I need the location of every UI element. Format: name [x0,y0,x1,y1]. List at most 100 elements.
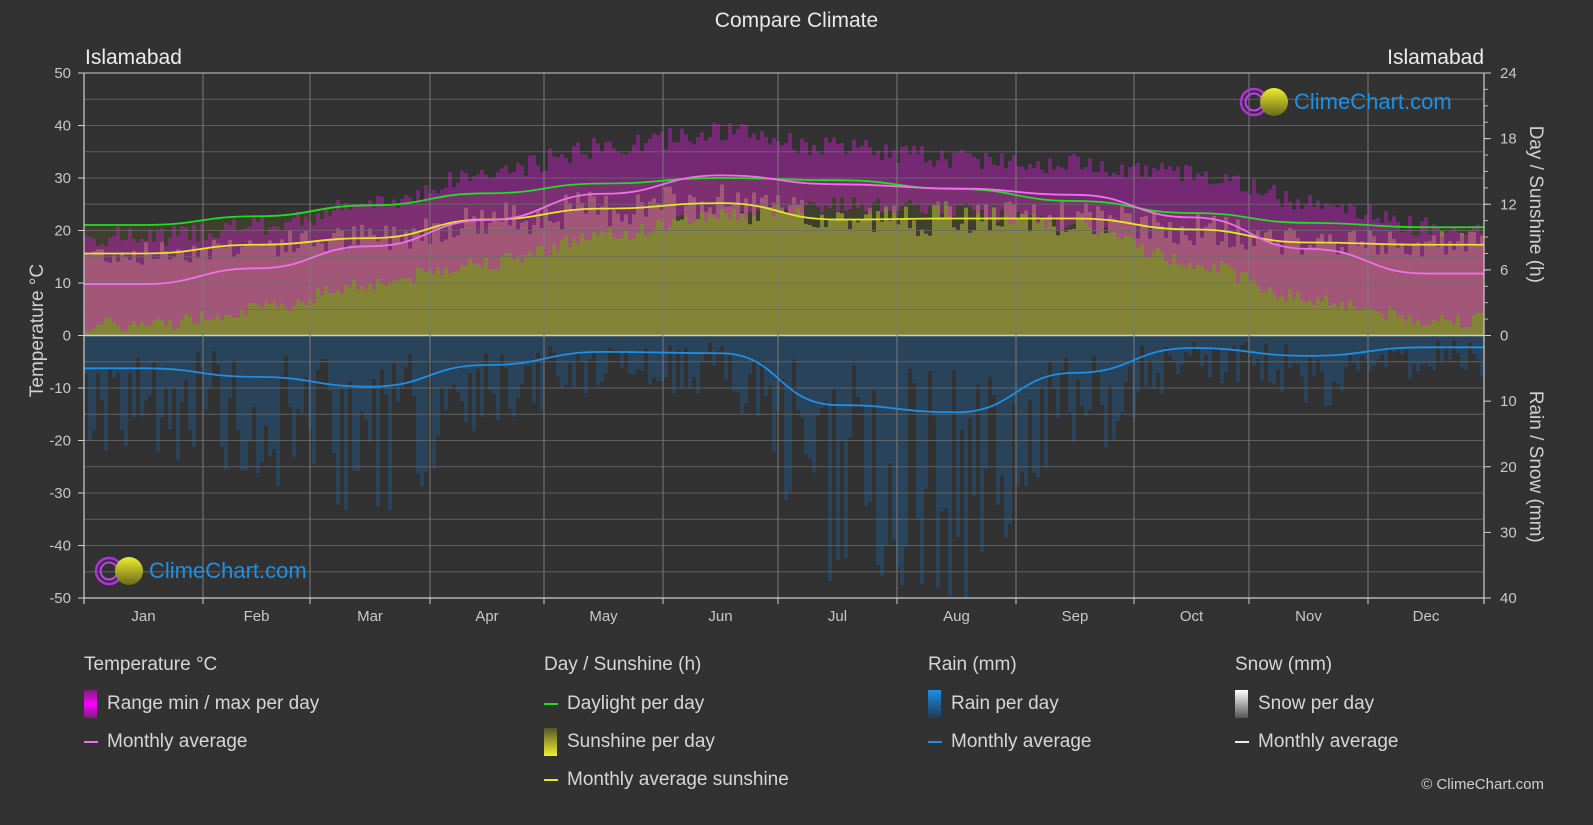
rain-day-bar [828,335,832,582]
rain-day-bar [984,335,988,470]
right-axis-hours-label: 0 [1500,328,1508,345]
legend-title: Rain (mm) [928,654,1017,675]
temp-range-bar [984,152,988,219]
rain-day-bar [520,335,524,385]
rain-day-bar [224,335,228,470]
rain-day-bar [236,335,240,431]
rain-day-bar [1184,335,1188,352]
rain-day-bar [908,335,912,369]
rain-day-bar [764,335,768,397]
temp-range-bar [584,154,588,241]
legend-item: Rain per day [928,690,1091,718]
temp-range-bar [1092,172,1096,233]
rain-day-bar [1216,335,1220,349]
temp-range-bar [1396,221,1400,316]
rain-day-bar [740,335,744,414]
rain-day-bar [1432,335,1436,371]
rain-day-bar [852,335,856,366]
temp-range-bar [1272,184,1276,294]
sunshine-day-bar [728,206,732,336]
rain-day-bar [1056,335,1060,418]
temp-range-bar [988,157,992,219]
temp-range-bar [244,228,248,316]
temp-range-bar [1088,158,1092,228]
rain-day-bar [264,335,268,426]
temp-range-bar [788,132,792,216]
rain-day-bar [160,335,164,418]
temp-range-bar [408,197,412,278]
right-axis-title-hours: Day / Sunshine (h) [1525,126,1546,283]
temp-range-bar [340,210,344,294]
temp-range-bar [936,160,940,206]
watermark-text: ClimeChart.com [1294,89,1452,114]
temp-range-bar [332,210,336,294]
rain-day-bar [1396,335,1400,349]
rain-day-bar [1108,335,1112,387]
rain-day-bar [756,335,760,417]
rain-day-bar [360,335,364,411]
right-axis-hours-label: 24 [1500,65,1517,82]
rain-day-bar [512,335,516,417]
rain-day-bar [1148,335,1152,361]
rain-day-bar [540,335,544,411]
temp-range-bar [500,168,504,257]
sunshine-day-bar [936,201,940,336]
rain-day-bar [928,335,932,372]
sunshine-day-bar [820,214,824,336]
rain-day-bar [1224,335,1228,373]
rain-day-bar [392,335,396,364]
sunshine-day-bar [916,236,920,336]
rain-day-bar [436,335,440,437]
rain-day-bar [476,335,480,369]
temp-range-bar [1016,165,1020,212]
rain-day-bar [876,335,880,566]
rain-day-bar [872,335,876,391]
temp-range-bar [868,147,872,213]
rain-day-bar [580,335,584,362]
rain-day-bar [752,335,756,361]
rain-day-bar [1096,335,1100,373]
temp-range-bar [160,228,164,320]
sunshine-day-bar [1016,218,1020,336]
temp-range-bar [728,123,732,220]
legend-rain: Rain (mm) Rain per day Monthly average [928,654,1091,768]
rain-day-bar [784,335,788,501]
rain-day-bar [248,335,252,442]
temp-range-bar [1308,195,1312,301]
rain-day-bar [628,335,632,374]
rain-day-bar [812,335,816,473]
rain-day-bar [820,335,824,408]
temp-range-bar [1020,166,1024,215]
temp-range-bar [992,164,996,207]
temp-range-bar [368,200,372,283]
temp-range-bar [248,226,252,303]
temp-range-bar [916,153,920,204]
temp-range-bar [1344,213,1348,310]
rain-day-bar [612,335,616,350]
temp-range-bar [812,144,816,203]
rain-day-bar [1164,335,1168,348]
rain-day-bar [1104,335,1108,448]
sunshine-day-bar [852,219,856,336]
rain-day-bar [240,335,244,471]
temp-range-bar [732,134,736,210]
rain-day-bar [304,335,308,378]
temp-range-bar [956,152,960,206]
temp-range-bar [1068,155,1072,225]
rain-day-bar [836,335,840,561]
rain-day-bar [548,335,552,347]
temp-range-bar [560,153,564,241]
temp-range-bar [148,229,152,326]
rain-day-bar [284,335,288,356]
rain-day-bar [452,335,456,385]
temp-range-bar [800,138,804,213]
rain-day-bar [1284,335,1288,345]
temp-range-bar [1096,172,1100,236]
rain-day-bar [1324,335,1328,407]
rain-day-bar [900,335,904,586]
temp-range-bar [328,215,332,293]
sunshine-day-bar [608,225,612,336]
sunshine-day-bar [624,214,628,336]
temp-range-bar [1072,154,1076,224]
sunshine-day-bar [800,199,804,336]
